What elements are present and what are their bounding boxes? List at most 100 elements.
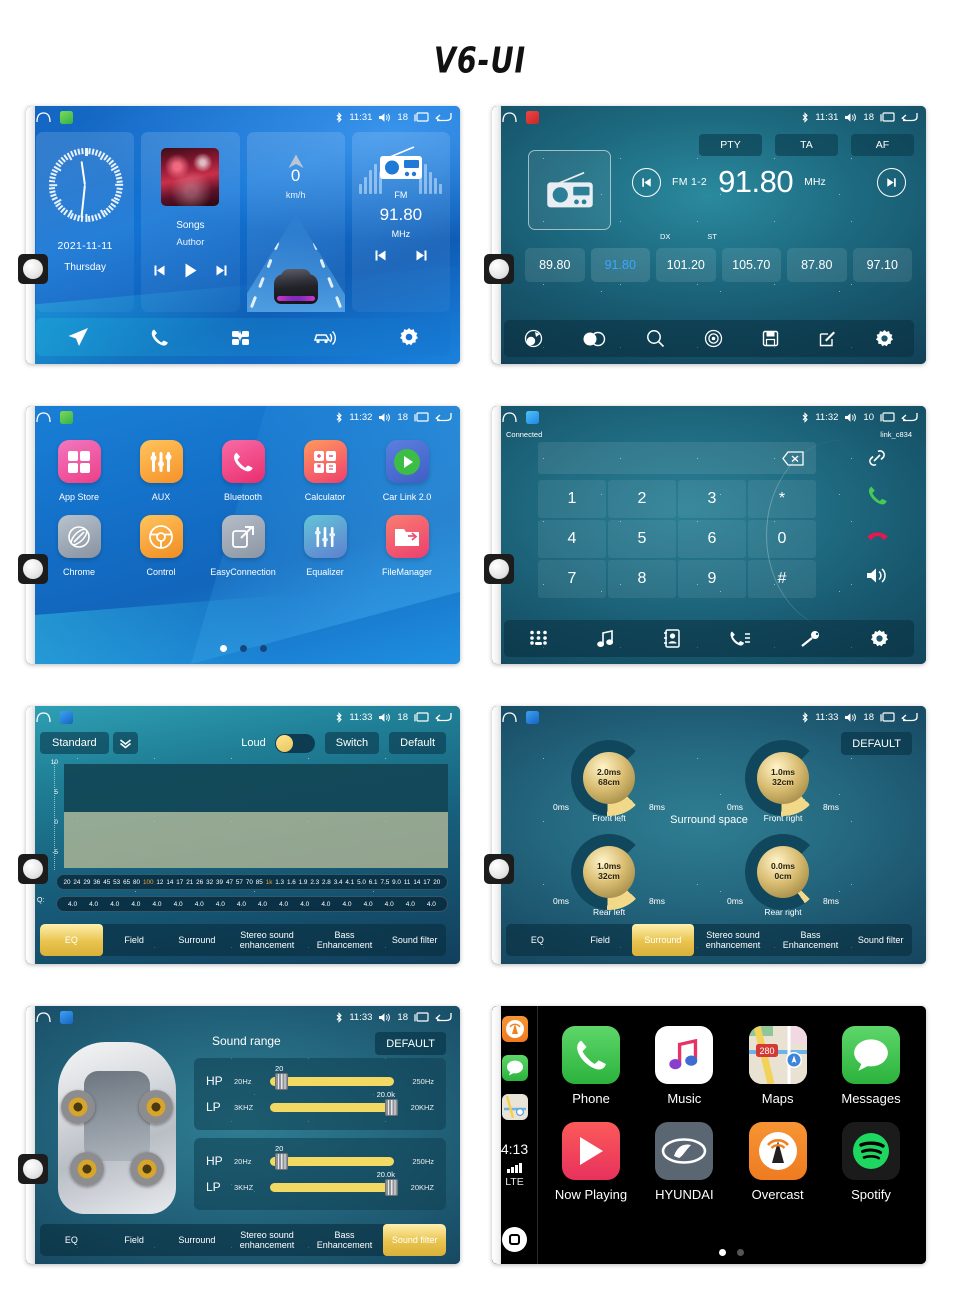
preset-select[interactable]: Standard <box>40 732 109 754</box>
preset-button[interactable]: 97.10 <box>852 248 912 282</box>
equalizer-app-chip-icon[interactable] <box>526 710 539 724</box>
settings-icon[interactable] <box>870 629 889 648</box>
rotary-knob[interactable] <box>484 254 514 284</box>
knob-rear-left[interactable]: 1.0ms 32cm 0ms 8ms Rear left <box>550 834 668 917</box>
call-button[interactable] <box>842 476 912 514</box>
messages-icon[interactable] <box>501 1055 528 1081</box>
seek-down-button[interactable] <box>632 167 661 197</box>
carplay-app-maps[interactable]: 280 Maps <box>733 1026 823 1106</box>
rotary-knob[interactable] <box>18 554 48 584</box>
recent-apps-icon[interactable] <box>414 411 429 423</box>
preset-button[interactable]: 105.70 <box>721 248 781 282</box>
maps-icon[interactable] <box>501 1094 528 1120</box>
app-item-easyconnection[interactable]: EasyConnection <box>204 515 282 577</box>
tab-sound-filter[interactable]: Sound filter <box>849 924 912 956</box>
phone-icon[interactable] <box>150 328 169 347</box>
default-button[interactable]: DEFAULT <box>375 1032 446 1055</box>
next-track-icon[interactable] <box>215 264 228 277</box>
navigation-icon[interactable] <box>67 327 89 347</box>
radio-prev-icon[interactable] <box>374 249 387 262</box>
preset-button[interactable]: 87.80 <box>787 248 847 282</box>
recents-home-icon[interactable] <box>36 411 51 423</box>
contacts-icon[interactable] <box>663 629 680 648</box>
preset-button[interactable]: 91.80 <box>590 248 650 282</box>
app-item-app-store[interactable]: App Store <box>40 440 118 502</box>
equalizer-graph[interactable] <box>64 764 448 868</box>
key-4[interactable]: 4 <box>538 520 606 558</box>
key-5[interactable]: 5 <box>608 520 676 558</box>
edit-icon[interactable] <box>819 330 836 347</box>
rotary-knob[interactable] <box>484 854 514 884</box>
tab-sound-filter[interactable]: Sound filter <box>383 924 446 956</box>
band-icon[interactable] <box>524 329 543 348</box>
home-app-chip-icon[interactable] <box>60 410 73 424</box>
recents-home-icon[interactable] <box>36 711 51 723</box>
hp-slider[interactable]: 20 <box>270 1064 394 1090</box>
recent-apps-icon[interactable] <box>414 1011 429 1023</box>
carplay-app-hyundai[interactable]: HYUNDAI <box>639 1122 729 1202</box>
overcast-icon[interactable] <box>501 1016 528 1042</box>
apps-icon[interactable] <box>231 328 251 347</box>
rotary-knob[interactable] <box>484 554 514 584</box>
q-scale[interactable]: 4.0 4.0 4.0 4.0 4.0 4.0 4.0 4.0 4.0 4.0 4.0 4.0 4.0 4… <box>56 896 448 912</box>
app-item-chrome[interactable]: Chrome <box>40 515 118 577</box>
knob-front-left[interactable]: 2.0ms 68cm 0ms 8ms Front left <box>550 740 668 823</box>
page-dot[interactable] <box>718 1249 726 1256</box>
preset-button[interactable]: 101.20 <box>656 248 716 282</box>
page-dot[interactable] <box>259 645 267 652</box>
recents-home-icon[interactable] <box>502 411 517 423</box>
recent-apps-icon[interactable] <box>880 411 895 423</box>
key-2[interactable]: 2 <box>608 480 676 518</box>
recents-home-icon[interactable] <box>36 111 51 123</box>
speedometer-widget[interactable]: 0 km/h <box>246 132 345 312</box>
music-icon[interactable] <box>596 629 614 648</box>
default-button[interactable]: Default <box>389 732 446 754</box>
tab-field[interactable]: Field <box>569 924 632 956</box>
st-label[interactable]: ST <box>707 232 717 241</box>
back-icon[interactable] <box>901 712 918 723</box>
recents-home-icon[interactable] <box>36 1011 51 1023</box>
back-icon[interactable] <box>435 412 452 423</box>
play-icon[interactable] <box>182 262 199 279</box>
seek-up-button[interactable] <box>877 167 906 197</box>
app-item-aux[interactable]: AUX <box>122 440 200 502</box>
tab-sound-filter[interactable]: Sound filter <box>383 1224 446 1256</box>
dial-input[interactable] <box>538 442 816 474</box>
hangup-button[interactable] <box>842 516 912 554</box>
hp-slider[interactable]: 20 <box>270 1144 394 1170</box>
app-item-calculator[interactable]: Calculator <box>286 440 364 502</box>
app-item-filemanager[interactable]: FileManager <box>368 515 446 577</box>
backspace-icon[interactable] <box>782 450 804 466</box>
app-item-control[interactable]: Control <box>122 515 200 577</box>
carplay-app-spotify[interactable]: Spotify <box>826 1122 916 1202</box>
music-widget[interactable]: Songs Author <box>141 132 240 312</box>
bluetooth-app-chip-icon[interactable] <box>526 410 539 424</box>
af-button[interactable]: AF <box>851 134 914 156</box>
carplay-app-now-playing[interactable]: Now Playing <box>546 1122 636 1202</box>
page-dot[interactable] <box>219 645 227 652</box>
link-button[interactable] <box>842 442 912 474</box>
settings-icon[interactable] <box>875 329 894 348</box>
local-scan-icon[interactable] <box>704 329 723 348</box>
search-icon[interactable] <box>646 329 665 348</box>
back-icon[interactable] <box>901 412 918 423</box>
recents-home-icon[interactable] <box>502 711 517 723</box>
tab-field[interactable]: Field <box>103 1224 166 1256</box>
recents-home-icon[interactable] <box>502 111 517 123</box>
rotary-knob[interactable] <box>18 1154 48 1184</box>
recent-apps-icon[interactable] <box>414 111 429 123</box>
app-item-equalizer[interactable]: Equalizer <box>286 515 364 577</box>
switch-button[interactable]: Switch <box>324 732 380 754</box>
prev-track-icon[interactable] <box>153 264 166 277</box>
recent-apps-icon[interactable] <box>414 711 429 723</box>
radio-next-icon[interactable] <box>415 249 428 262</box>
chevron-down-icon[interactable] <box>112 732 138 754</box>
app-item-car-link[interactable]: Car Link 2.0 <box>368 440 446 502</box>
carplay-app-messages[interactable]: Messages <box>826 1026 916 1106</box>
keypad-icon[interactable] <box>529 630 548 648</box>
key-8[interactable]: 8 <box>608 560 676 598</box>
call-log-icon[interactable] <box>729 630 751 648</box>
page-dot[interactable] <box>736 1249 744 1256</box>
app-item-bluetooth[interactable]: Bluetooth <box>204 440 282 502</box>
equalizer-app-chip-icon[interactable] <box>60 1010 73 1024</box>
